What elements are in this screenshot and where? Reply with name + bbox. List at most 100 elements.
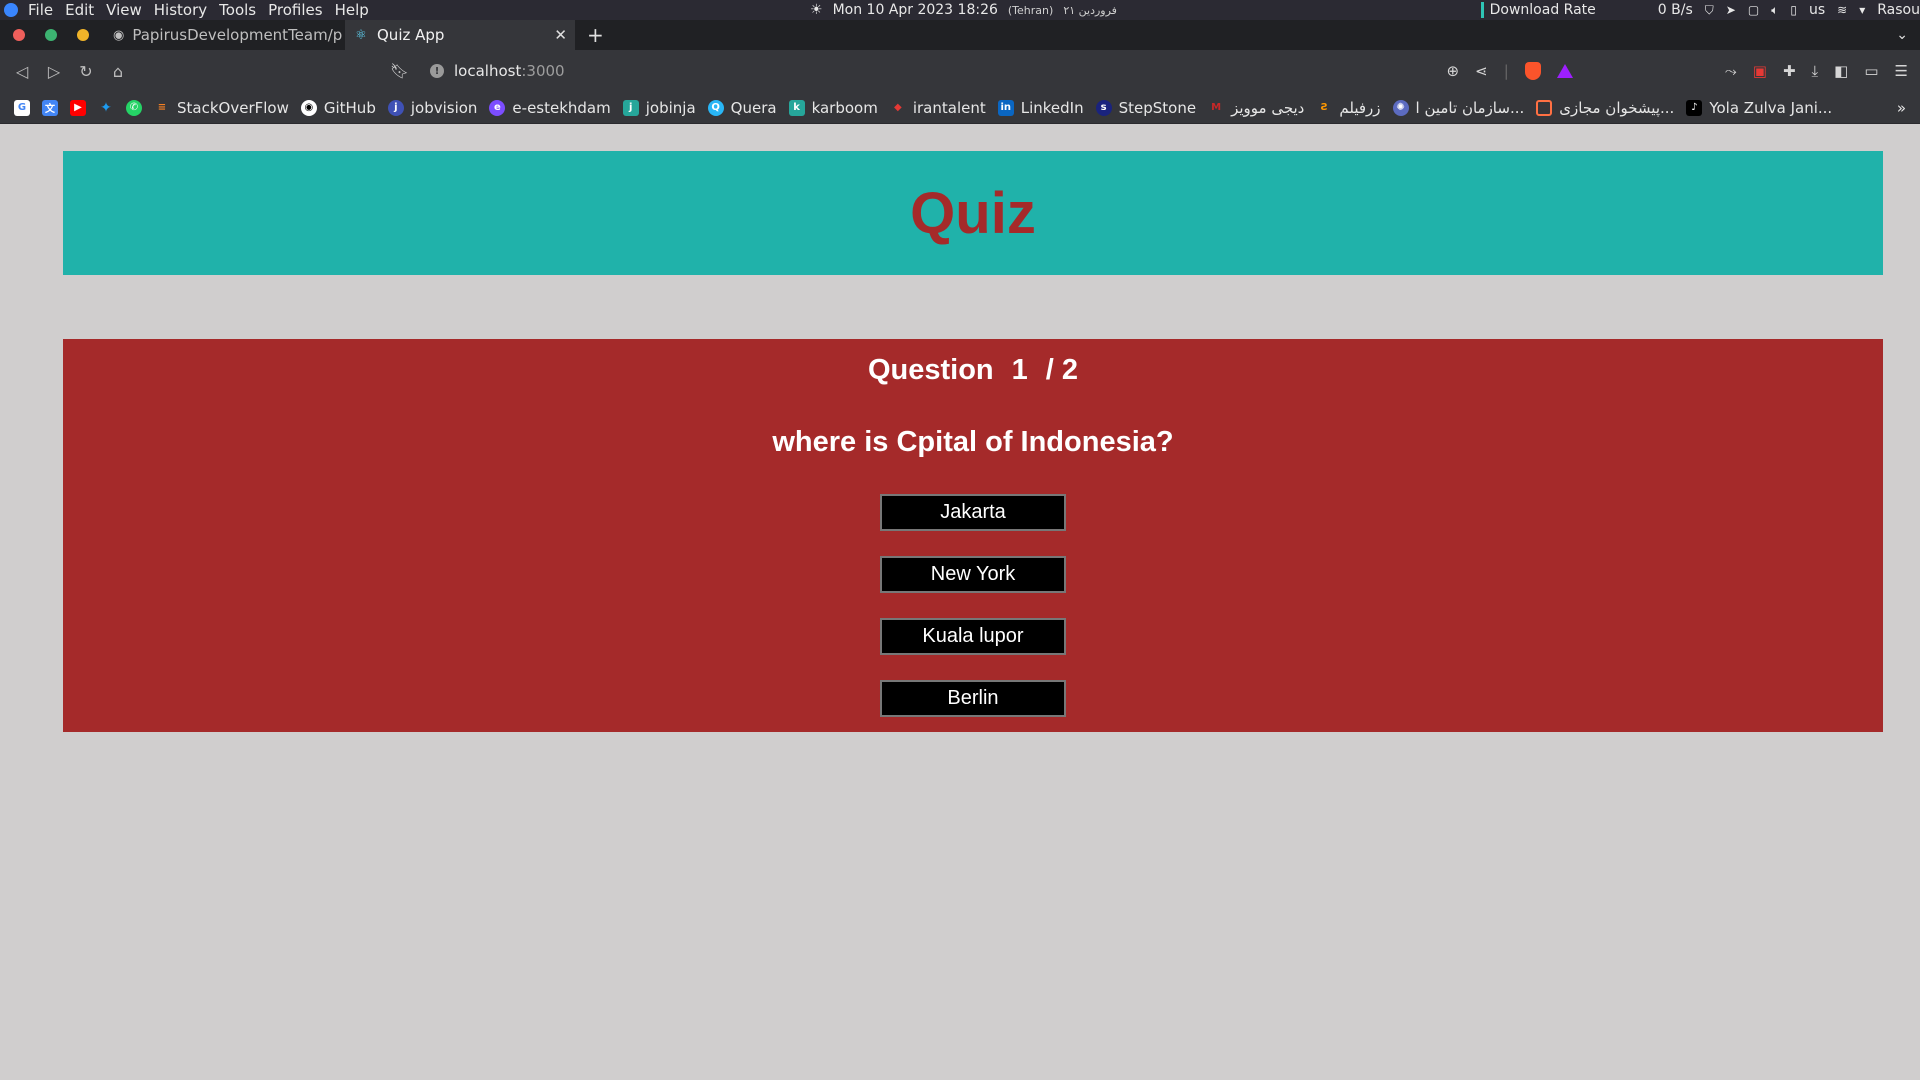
question-counter-label: Question (867, 354, 994, 386)
extension-icon[interactable]: ▣ (1753, 62, 1767, 80)
bookmark-label: دیجی موویز (1231, 98, 1305, 117)
bookmark-karboom[interactable]: k karboom (788, 99, 878, 117)
download-rate-label: Download Rate (1480, 2, 1596, 18)
linkedin-icon: in (997, 99, 1014, 116)
brave-rewards-icon[interactable] (1556, 64, 1573, 78)
bookmark-label: GitHub (323, 98, 376, 117)
bookmark-whatsapp[interactable]: ✆ (126, 99, 142, 116)
bookmark-quera[interactable]: Q Quera (707, 99, 777, 117)
bookmark-e-estekhdam[interactable]: e e-estekhdam (489, 99, 611, 117)
github-icon: ◉ (300, 99, 317, 116)
menu-view[interactable]: View (106, 1, 142, 19)
system-tray: Download Rate 0 B/s ⛉ ➤ ▢ 🔈︎ ▯ us ≋ ▾ Ra… (1480, 0, 1920, 20)
volume-icon[interactable]: 🔈︎ (1771, 3, 1778, 18)
menu-edit[interactable]: Edit (65, 1, 94, 19)
wifi-icon[interactable]: ≋ (1837, 3, 1847, 17)
bookmark-irantalent[interactable]: ◆ irantalent (890, 99, 986, 117)
download-rate-value: 0 B/s (1657, 2, 1693, 18)
battery-icon[interactable]: ▯ (1790, 3, 1797, 17)
bookmark-zarfilm[interactable]: Ƨ زرفیلم (1316, 99, 1381, 117)
window-controls (13, 29, 89, 41)
tab-github[interactable]: ◉ PapirusDevelopmentTeam/p (105, 20, 345, 50)
quiz-header: Quiz (63, 151, 1883, 275)
menu-help[interactable]: Help (335, 1, 369, 19)
bookmark-linkedin[interactable]: in LinkedIn (997, 98, 1084, 117)
menu-tools[interactable]: Tools (219, 1, 256, 19)
question-counter: Question 1 / 2 (63, 352, 1883, 388)
new-tab-button[interactable]: + (587, 23, 604, 47)
weather-sun-icon: ☀ (810, 2, 823, 18)
clock-datetime: Mon 10 Apr 2023 18:26 (832, 2, 998, 18)
site-info-icon[interactable]: ! (430, 64, 444, 78)
tab-title: Quiz App (377, 26, 445, 44)
answer-button-kuala-lupor[interactable]: Kuala lupor (880, 618, 1066, 655)
translate-icon: 文 (42, 99, 58, 116)
sidebar-icon[interactable]: ◧ (1834, 62, 1848, 80)
tab-quiz-app[interactable]: ⚛ Quiz App ✕ (345, 20, 575, 50)
forward-icon[interactable]: ▷ (46, 62, 62, 81)
react-icon: ⚛ (355, 27, 367, 43)
stackoverflow-icon: ≡ (157, 102, 167, 113)
keyboard-layout[interactable]: us (1809, 2, 1825, 18)
more-bookmarks-icon[interactable]: » (1897, 99, 1906, 117)
download-icon[interactable]: ⤓ (1812, 62, 1819, 80)
clock[interactable]: ☀ Mon 10 Apr 2023 18:26 (Tehran) ۲۱ فرور… (810, 2, 1117, 18)
menu-file[interactable]: File (28, 1, 53, 19)
reload-icon[interactable]: ↻ (78, 62, 94, 81)
brave-shields-icon[interactable] (1524, 62, 1541, 80)
bookmark-google[interactable]: G (14, 99, 30, 116)
karboom-icon: k (788, 99, 805, 116)
bookmark-jobinja[interactable]: j jobinja (622, 99, 696, 117)
google-icon: G (14, 99, 30, 116)
sync-icon[interactable]: ⤳ (1725, 62, 1737, 80)
minimize-window-button[interactable] (77, 29, 89, 41)
app-launcher-icon[interactable] (4, 3, 18, 17)
bookmark-stepstone[interactable]: s StepStone (1095, 99, 1196, 117)
share-icon[interactable]: ⋖ (1475, 62, 1488, 80)
maximize-window-button[interactable] (45, 29, 57, 41)
bookmark-translate[interactable]: 文 (42, 99, 58, 116)
chevron-down-icon[interactable]: ▾ (1859, 3, 1865, 17)
menu-icon[interactable]: ☰ (1895, 62, 1908, 80)
user-name[interactable]: Rasou (1877, 2, 1920, 18)
back-icon[interactable]: ◁ (14, 62, 30, 81)
wallet-icon[interactable]: ▭ (1864, 62, 1878, 80)
window-icon[interactable]: ▢ (1748, 3, 1759, 17)
pishkhan-icon (1536, 99, 1553, 116)
bookmark-stackoverflow[interactable]: ≡ StackOverFlow (154, 99, 289, 117)
bookmark-youtube[interactable]: ▶ (70, 99, 86, 116)
chevron-down-icon[interactable]: ⌄ (1896, 27, 1908, 43)
menu-profiles[interactable]: Profiles (268, 1, 322, 19)
irantalent-icon: ◆ (893, 102, 902, 113)
menu-history[interactable]: History (154, 1, 207, 19)
bookmark-label: Yola Zulva Jani... (1709, 98, 1833, 117)
close-window-button[interactable] (13, 29, 25, 41)
puzzle-icon[interactable]: ✚ (1783, 62, 1796, 80)
answer-button-berlin[interactable]: Berlin (880, 680, 1066, 717)
address-bar[interactable]: ! localhost:3000 (430, 62, 565, 80)
bookmark-label: LinkedIn (1020, 98, 1084, 117)
answer-button-jakarta[interactable]: Jakarta (880, 494, 1066, 531)
home-icon[interactable]: ⌂ (110, 62, 126, 81)
twitter-icon: ✦ (100, 99, 112, 116)
github-icon: ◉ (113, 27, 125, 43)
shield-icon[interactable]: ⛉ (1705, 3, 1714, 18)
os-menu-bar: File Edit View History Tools Profiles He… (4, 1, 381, 19)
bookmark-pishkhan[interactable]: پیشخوان مجازی... (1536, 99, 1674, 117)
answer-button-new-york[interactable]: New York (880, 556, 1066, 593)
zoom-icon[interactable]: ⊕ (1447, 62, 1460, 80)
address-toolbar: ◁ ▷ ↻ ⌂ 🔖︎ ! localhost:3000 ⊕ ⋖ | ⤳ ▣ ✚ … (0, 50, 1920, 92)
jobinja-icon: j (622, 99, 639, 116)
bookmark-tamin[interactable]: ✺ سازمان تامین ا... (1392, 99, 1524, 117)
bookmark-twitter[interactable]: ✦ (98, 100, 114, 116)
close-icon[interactable]: ✕ (554, 26, 567, 44)
bookmark-digimovies[interactable]: M دیجی موویز (1208, 99, 1304, 117)
bookmark-tiktok[interactable]: ♪ Yola Zulva Jani... (1686, 99, 1832, 117)
bookmark-icon[interactable]: 🔖︎ (390, 62, 409, 80)
bookmark-github[interactable]: ◉ GitHub (300, 98, 376, 117)
telegram-icon[interactable]: ➤ (1726, 3, 1736, 17)
quera-icon: Q (707, 99, 724, 116)
bookmark-jobvision[interactable]: j jobvision (387, 99, 477, 117)
digimovies-icon: M (1211, 102, 1222, 113)
whatsapp-icon: ✆ (126, 99, 142, 116)
